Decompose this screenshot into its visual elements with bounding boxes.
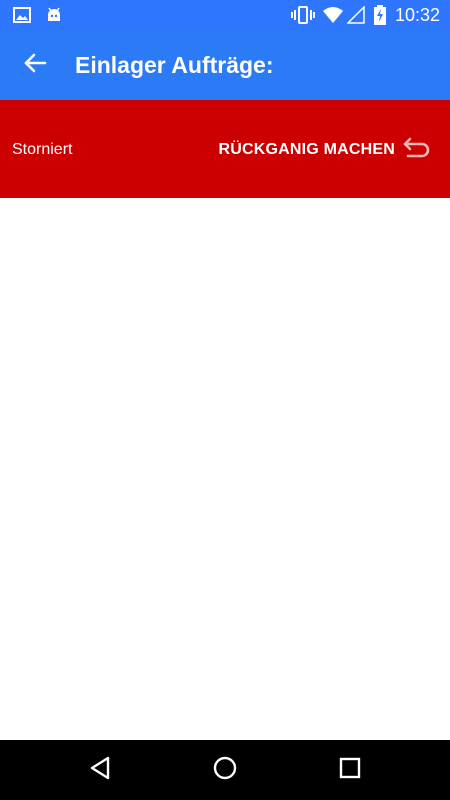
status-time: 10:32 bbox=[394, 5, 440, 25]
android-icon bbox=[44, 5, 64, 25]
arrow-back-icon bbox=[23, 52, 47, 79]
nav-home-button[interactable] bbox=[205, 752, 245, 788]
app-screen: 10:32 Einlager Aufträge: Storniert RÜCKG… bbox=[0, 0, 450, 800]
battery-charging-icon bbox=[372, 5, 388, 25]
undo-button[interactable]: RÜCKGANIG MACHEN bbox=[218, 134, 432, 166]
recents-square-icon bbox=[338, 756, 362, 785]
status-banner: Storniert RÜCKGANIG MACHEN bbox=[0, 100, 450, 198]
cell-signal-icon bbox=[346, 5, 366, 25]
wifi-icon bbox=[321, 5, 345, 25]
nav-back-button[interactable] bbox=[80, 752, 120, 788]
content-area bbox=[0, 198, 450, 740]
undo-label: RÜCKGANIG MACHEN bbox=[218, 141, 395, 158]
undo-icon bbox=[402, 135, 432, 166]
status-text: Storniert bbox=[12, 141, 73, 158]
navigation-bar bbox=[0, 740, 450, 800]
back-triangle-icon bbox=[88, 755, 112, 786]
back-button[interactable] bbox=[18, 50, 52, 80]
page-title: Einlager Aufträge: bbox=[75, 52, 274, 78]
image-icon bbox=[12, 5, 32, 25]
app-bar: Einlager Aufträge: bbox=[0, 30, 450, 100]
nav-recents-button[interactable] bbox=[330, 752, 370, 788]
status-bar: 10:32 bbox=[0, 0, 450, 30]
home-circle-icon bbox=[212, 755, 238, 786]
vibrate-icon bbox=[290, 5, 316, 25]
